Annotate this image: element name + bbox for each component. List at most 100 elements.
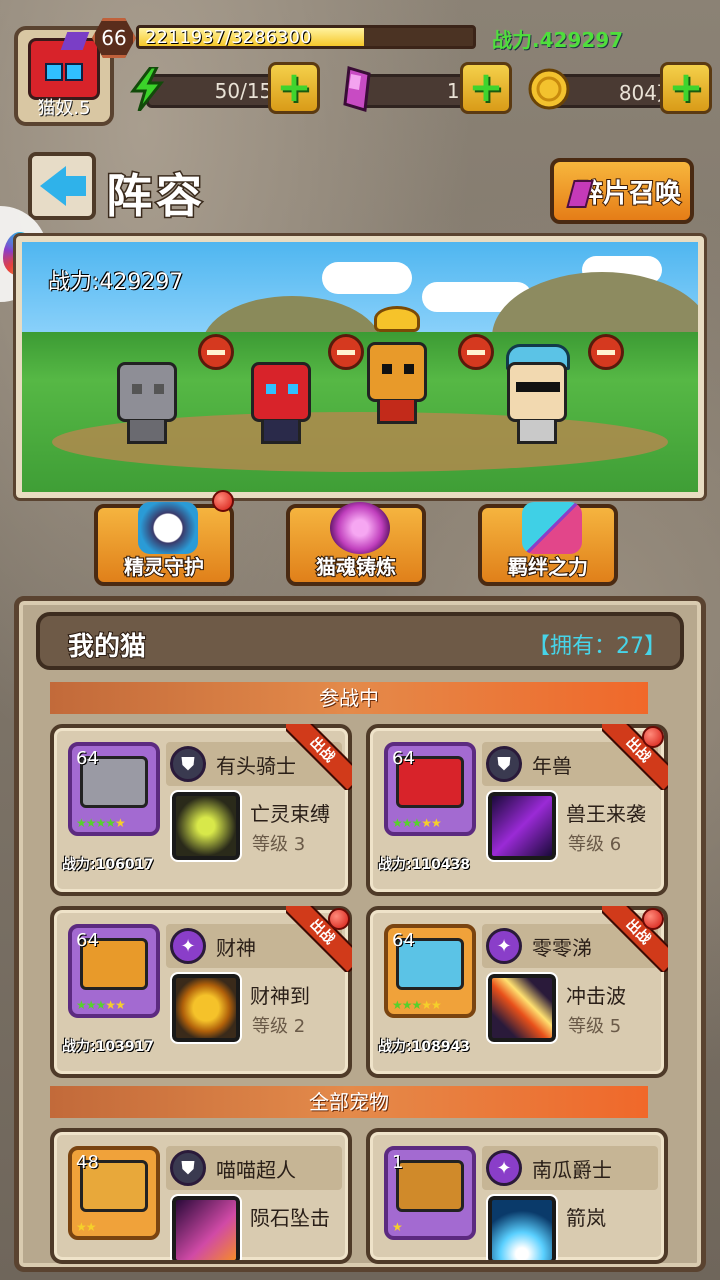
remove-slot-4-button[interactable]	[588, 334, 624, 370]
cat-card-tap[interactable]: 64 ★★★★★ 战力:108943 ✦ 零零涕 冲击波 等级 5 出战	[366, 906, 668, 1078]
cat-name: 喵喵超人	[216, 1158, 296, 1182]
star-rating: ★★★★★	[392, 998, 442, 1012]
bond-hearts-icon	[522, 502, 582, 554]
cat-card-pumpkin[interactable]: 1 ★ ✦ 南瓜爵士 箭岚	[366, 1128, 668, 1264]
wand-icon: ✦	[170, 928, 206, 964]
skill-level: 等级 2	[252, 1016, 306, 1037]
section-active: 参战中	[50, 682, 648, 714]
spirit-guard-button[interactable]: 精灵守护	[94, 502, 234, 586]
cat-level: 64	[76, 748, 99, 769]
deployed-label: 出战	[286, 724, 352, 790]
cat-name: 财神	[216, 936, 256, 960]
cat-portrait: 64 ★★★★★	[384, 924, 476, 1018]
star-rating: ★	[392, 1220, 403, 1234]
hero-caishen[interactable]	[352, 306, 442, 424]
hero-body	[367, 342, 427, 402]
skill-meteor-icon[interactable]	[170, 1194, 242, 1260]
cat-soul-forge-label: 猫魂铸炼	[315, 554, 397, 580]
cloud	[322, 262, 412, 294]
skill-coin-icon[interactable]	[170, 972, 242, 1044]
skill-level: 等级 6	[568, 834, 622, 855]
my-cats-header: 我的猫 【拥有：27】	[36, 612, 684, 670]
fragment-summon-button[interactable]: 碎片召唤	[550, 158, 694, 224]
exp-text: 2211937/3286300	[145, 27, 312, 48]
sunglasses-icon	[516, 382, 560, 392]
cat-card-caishen[interactable]: 64 ★★★★★ 战力:103917 ✦ 财神 财神到 等级 2 出战	[50, 906, 352, 1078]
hero-legs	[261, 420, 301, 444]
back-button[interactable]	[28, 152, 96, 220]
bond-power-button[interactable]: 羁绊之力	[478, 502, 618, 586]
hero-body	[117, 362, 177, 422]
deployed-ribbon: 出战	[286, 724, 352, 790]
bond-power-label: 羁绊之力	[507, 554, 589, 580]
exp-bar: 2211937/3286300	[136, 25, 476, 49]
cat-level: 64	[76, 930, 99, 951]
notification-dot	[642, 726, 664, 748]
hero-legs	[517, 420, 557, 444]
notification-dot	[212, 490, 234, 512]
owned-count: 【拥有：27】	[528, 634, 666, 659]
lineup-power: 战力:429297	[48, 270, 184, 295]
hero-eye	[288, 384, 298, 394]
star-rating: ★★★★★	[76, 816, 126, 830]
hero-legs	[377, 400, 417, 424]
cat-level: 1	[392, 1152, 404, 1173]
portrait-face	[396, 1160, 464, 1212]
player-power: 战力.429297	[492, 28, 624, 52]
cat-portrait: 64 ★★★★★	[384, 742, 476, 836]
cat-power: 战力:103917	[62, 1039, 155, 1055]
energy-resource: 50/150 +	[124, 62, 324, 118]
add-gem-button[interactable]: +	[460, 62, 512, 114]
lightning-icon	[124, 66, 170, 112]
cat-level: 64	[392, 748, 415, 769]
shield-icon: ⛊	[170, 746, 206, 782]
shield-icon: ⛊	[170, 1150, 206, 1186]
skill-arrow-storm-icon[interactable]	[486, 1194, 558, 1260]
cat-card-knight[interactable]: 64 ★★★★★ 战力:106017 ⛊ 有头骑士 亡灵束缚 等级 3 出战	[50, 724, 352, 896]
hero-nian[interactable]	[236, 342, 326, 452]
hero-legs	[127, 420, 167, 444]
skill-skull-icon[interactable]	[170, 790, 242, 862]
cat-soul-forge-button[interactable]: 猫魂铸炼	[286, 502, 426, 586]
star-rating: ★★★★★	[76, 998, 126, 1012]
hero-knight[interactable]	[102, 342, 192, 452]
notification-dot	[642, 908, 664, 930]
back-arrow-tail	[62, 176, 86, 196]
star-rating: ★★★★★	[392, 816, 442, 830]
skill-level: 等级 3	[252, 834, 306, 855]
add-energy-button[interactable]: +	[268, 62, 320, 114]
cat-card-nian[interactable]: 64 ★★★★★ 战力:110438 ⛊ 年兽 兽王来袭 等级 6 出战	[366, 724, 668, 896]
cat-portrait: 64 ★★★★★	[68, 924, 160, 1018]
cat-name: 有头骑士	[216, 754, 296, 778]
coin-icon	[526, 66, 572, 112]
hero-eye	[154, 384, 164, 394]
cat-card-meow-man[interactable]: 48 ★★ ⛊ 喵喵超人 陨石坠击	[50, 1128, 352, 1264]
gold-ingot-icon	[374, 306, 420, 332]
skill-shockwave-icon[interactable]	[486, 972, 558, 1044]
hero-eye	[404, 364, 414, 374]
remove-slot-3-button[interactable]	[458, 334, 494, 370]
cat-level: 64	[392, 930, 415, 951]
wand-icon: ✦	[486, 1150, 522, 1186]
page-title: 阵容	[105, 168, 206, 225]
skill-name: 亡灵束缚	[250, 802, 330, 826]
remove-slot-1-button[interactable]	[198, 334, 234, 370]
add-coin-button[interactable]: +	[660, 62, 712, 114]
gem-resource: 141 +	[334, 62, 514, 118]
coin-resource: 804万 +	[526, 62, 716, 118]
skill-claw-icon[interactable]	[486, 790, 558, 862]
spirit-guard-label: 精灵守护	[123, 554, 205, 580]
cat-power: 战力:108943	[378, 1039, 471, 1055]
cat-name-row: ⛊ 喵喵超人	[166, 1146, 342, 1190]
cat-level: 48	[76, 1152, 99, 1173]
hero-eye	[266, 384, 276, 394]
skill-name: 箭岚	[566, 1206, 606, 1230]
shield-icon: ⛊	[486, 746, 522, 782]
spirit-penguin-icon	[138, 502, 198, 554]
hero-eye	[382, 364, 392, 374]
cat-name: 南瓜爵士	[532, 1158, 612, 1182]
fragment-summon-label: 碎片召唤	[576, 178, 682, 210]
section-all-pets: 全部宠物	[50, 1086, 648, 1118]
battle-lineup-scene: 战力:429297	[13, 233, 707, 501]
hero-tap[interactable]	[492, 342, 582, 452]
